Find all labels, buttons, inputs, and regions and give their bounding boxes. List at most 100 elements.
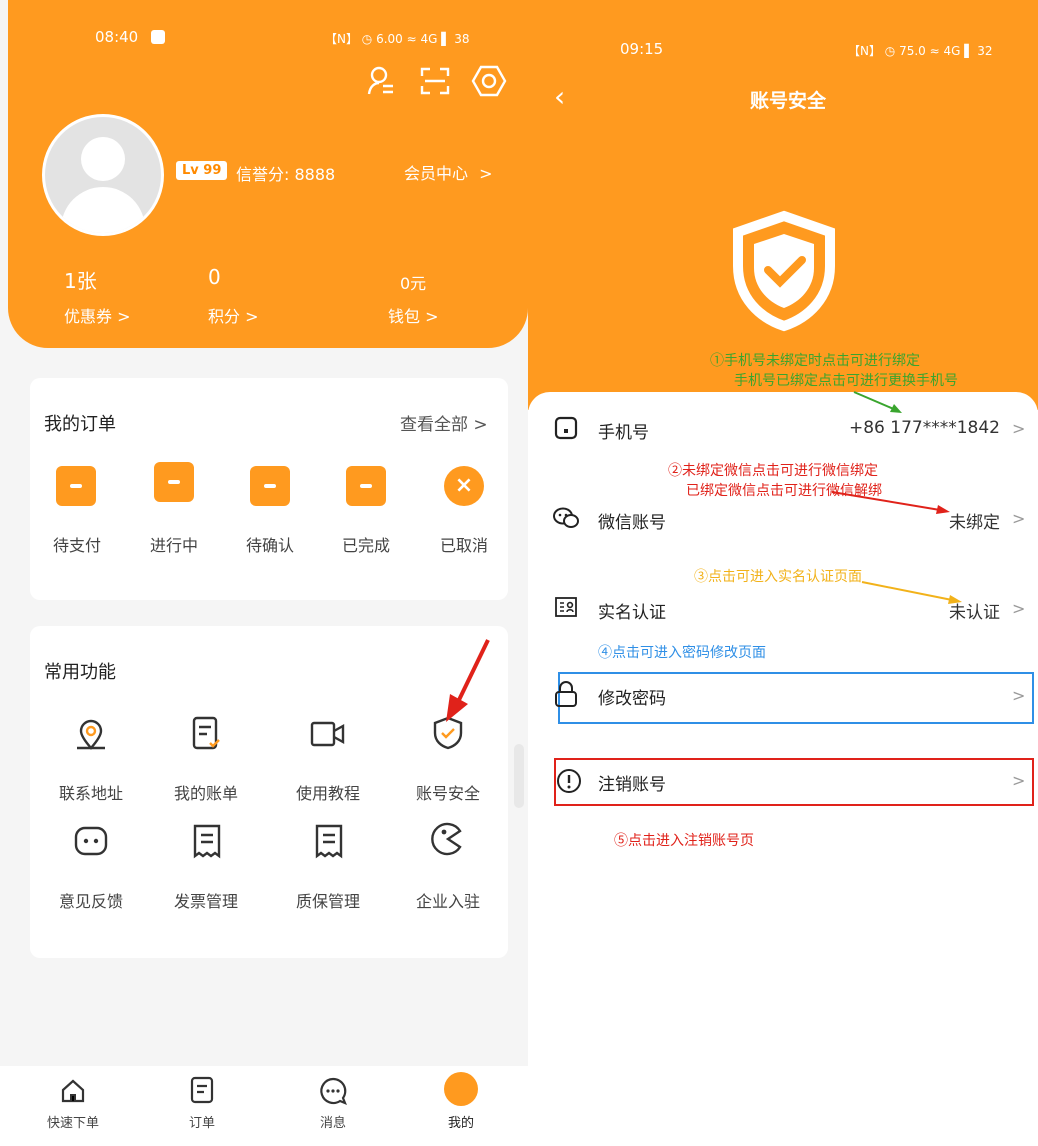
order-label-to-confirm[interactable]: 待确认 <box>225 532 315 556</box>
warranty-icon[interactable] <box>314 824 344 859</box>
security-shield-icon <box>733 210 835 332</box>
order-label-in-progress[interactable]: 进行中 <box>129 532 219 556</box>
invoice-icon[interactable] <box>192 824 222 859</box>
message-icon[interactable] <box>318 1076 348 1106</box>
wallet-link[interactable]: 钱包 > <box>388 303 439 327</box>
wallet-label: 钱包 <box>388 307 421 326</box>
functions-title: 常用功能 <box>44 662 116 683</box>
status-time: 08:40 <box>95 28 139 46</box>
tab-messages[interactable]: 消息 <box>293 1112 373 1131</box>
functions-card: 常用功能 联系地址 我的账单 使用教程 账号安全 意见反馈 发票管理 质保管理 … <box>30 626 508 958</box>
chevron-right-icon: > <box>1012 509 1026 528</box>
status-time: 09:15 <box>620 40 664 58</box>
feedback-icon[interactable] <box>74 826 108 858</box>
orders-card: 我的订单 查看全部 > × 待支付 进行中 待确认 已完成 已取消 <box>30 378 508 600</box>
order-label-pending-payment[interactable]: 待支付 <box>32 532 122 556</box>
view-all-orders-link[interactable]: 查看全部 > <box>400 410 488 435</box>
coupon-label: 优惠券 <box>64 307 113 326</box>
scan-icon[interactable] <box>420 66 450 96</box>
left-screen: 08:40 【N】 ◷ 6.00 ≈ 4G ▌ 38 Lv 99 信誉分: 88… <box>0 0 528 1146</box>
right-screen: 09:15 【N】 ◷ 75.0 ≈ 4G ▌ 32 ‹ 账号安全 ①手机号未绑… <box>528 0 1038 1146</box>
security-header <box>528 0 1038 410</box>
orders-tab-icon[interactable] <box>190 1076 214 1104</box>
row-phone-label: 手机号 <box>598 423 649 443</box>
row-delete-account[interactable]: 注销账号 > <box>554 758 1034 806</box>
annotation-arrow-icon <box>446 639 490 722</box>
chevron-right-icon: > <box>1012 599 1026 618</box>
avatar[interactable] <box>42 114 164 236</box>
points-label: 积分 <box>208 307 241 326</box>
tab-quick-order[interactable]: 快速下单 <box>33 1112 113 1131</box>
func-label-address[interactable]: 联系地址 <box>46 780 136 804</box>
order-completed-icon[interactable] <box>346 466 386 506</box>
wechat-icon <box>553 507 579 528</box>
order-cancelled-icon[interactable]: × <box>444 466 484 506</box>
row-wechat-label: 微信账号 <box>598 513 666 533</box>
row-real-name[interactable]: 实名认证 未认证 > <box>528 584 1038 630</box>
profile-tab-icon[interactable] <box>444 1072 478 1106</box>
id-card-icon <box>555 597 577 617</box>
func-label-invoice[interactable]: 发票管理 <box>161 888 251 912</box>
func-label-tutorial[interactable]: 使用教程 <box>283 780 373 804</box>
scrollbar[interactable] <box>514 744 524 808</box>
row-phone[interactable]: 手机号 +86 177****1842 > <box>528 406 1038 452</box>
orders-title: 我的订单 <box>44 414 116 435</box>
notification-icon <box>151 30 166 44</box>
order-label-cancelled[interactable]: 已取消 <box>419 532 509 556</box>
tab-mine[interactable]: 我的 <box>421 1112 501 1131</box>
order-label-completed[interactable]: 已完成 <box>321 532 411 556</box>
row-phone-value: +86 177****1842 <box>849 418 1000 438</box>
chevron-right-icon: > <box>1012 686 1026 705</box>
coupon-link[interactable]: 优惠券 > <box>64 303 131 327</box>
points-link[interactable]: 积分 > <box>208 303 259 327</box>
chevron-right-icon: > <box>245 307 259 326</box>
tab-orders[interactable]: 订单 <box>162 1112 242 1131</box>
func-label-enterprise[interactable]: 企业入驻 <box>403 888 493 912</box>
level-badge: Lv 99 <box>176 161 228 180</box>
back-button[interactable]: ‹ <box>554 80 565 113</box>
chevron-right-icon: > <box>1012 771 1026 790</box>
chevron-right-icon: > <box>425 307 439 326</box>
row-delete-account-label: 注销账号 <box>598 775 666 795</box>
func-label-warranty[interactable]: 质保管理 <box>283 888 373 912</box>
order-to-confirm-icon[interactable] <box>250 466 290 506</box>
credit-score: 信誉分: 8888 <box>236 165 336 184</box>
warning-icon <box>557 769 581 793</box>
order-in-progress-icon[interactable] <box>154 462 194 502</box>
location-icon[interactable] <box>74 718 108 752</box>
chevron-right-icon: > <box>117 307 131 326</box>
annotation-1-line2: 手机号已绑定点击可进行更换手机号 <box>734 373 958 389</box>
row-wechat[interactable]: 微信账号 未绑定 > <box>528 494 1038 540</box>
points-count: 0 <box>208 265 221 289</box>
func-label-account-security[interactable]: 账号安全 <box>403 780 493 804</box>
status-icons: 【N】 ◷ 75.0 ≈ 4G ▌ 32 <box>848 44 993 58</box>
coupon-count: 1张 <box>64 269 97 293</box>
settings-icon[interactable] <box>471 64 507 98</box>
annotation-1-line1: ①手机号未绑定时点击可进行绑定 <box>710 353 920 369</box>
row-change-password[interactable]: 修改密码 > <box>555 672 1034 724</box>
annotation-2-line1: ②未绑定微信点击可进行微信绑定 <box>668 463 878 479</box>
func-label-bill[interactable]: 我的账单 <box>161 780 251 804</box>
member-center-label: 会员中心 <box>404 164 469 183</box>
lock-icon <box>555 681 577 707</box>
annotation-5: ⑤点击进入注销账号页 <box>614 833 754 849</box>
annotation-4: ④点击可进入密码修改页面 <box>598 645 766 661</box>
video-tutorial-icon[interactable] <box>310 720 346 748</box>
home-icon[interactable] <box>60 1078 86 1104</box>
view-all-label: 查看全部 <box>400 415 468 435</box>
member-center-link[interactable]: 会员中心 > <box>404 160 493 184</box>
wallet-amount: 0元 <box>400 274 427 293</box>
bill-icon[interactable] <box>190 716 222 752</box>
status-icons: 【N】 ◷ 6.00 ≈ 4G ▌ 38 <box>325 32 470 46</box>
func-label-feedback[interactable]: 意见反馈 <box>46 888 136 912</box>
row-real-name-label: 实名认证 <box>598 603 666 623</box>
row-real-name-value: 未认证 <box>949 603 1000 623</box>
chevron-right-icon: > <box>479 164 493 183</box>
chevron-right-icon: > <box>1012 419 1026 438</box>
user-switch-icon[interactable] <box>366 66 396 96</box>
page-title: 账号安全 <box>749 90 826 112</box>
enterprise-icon[interactable] <box>430 822 464 856</box>
chevron-right-icon: > <box>473 415 488 435</box>
row-wechat-value: 未绑定 <box>949 513 1000 533</box>
order-pending-payment-icon[interactable] <box>56 466 96 506</box>
